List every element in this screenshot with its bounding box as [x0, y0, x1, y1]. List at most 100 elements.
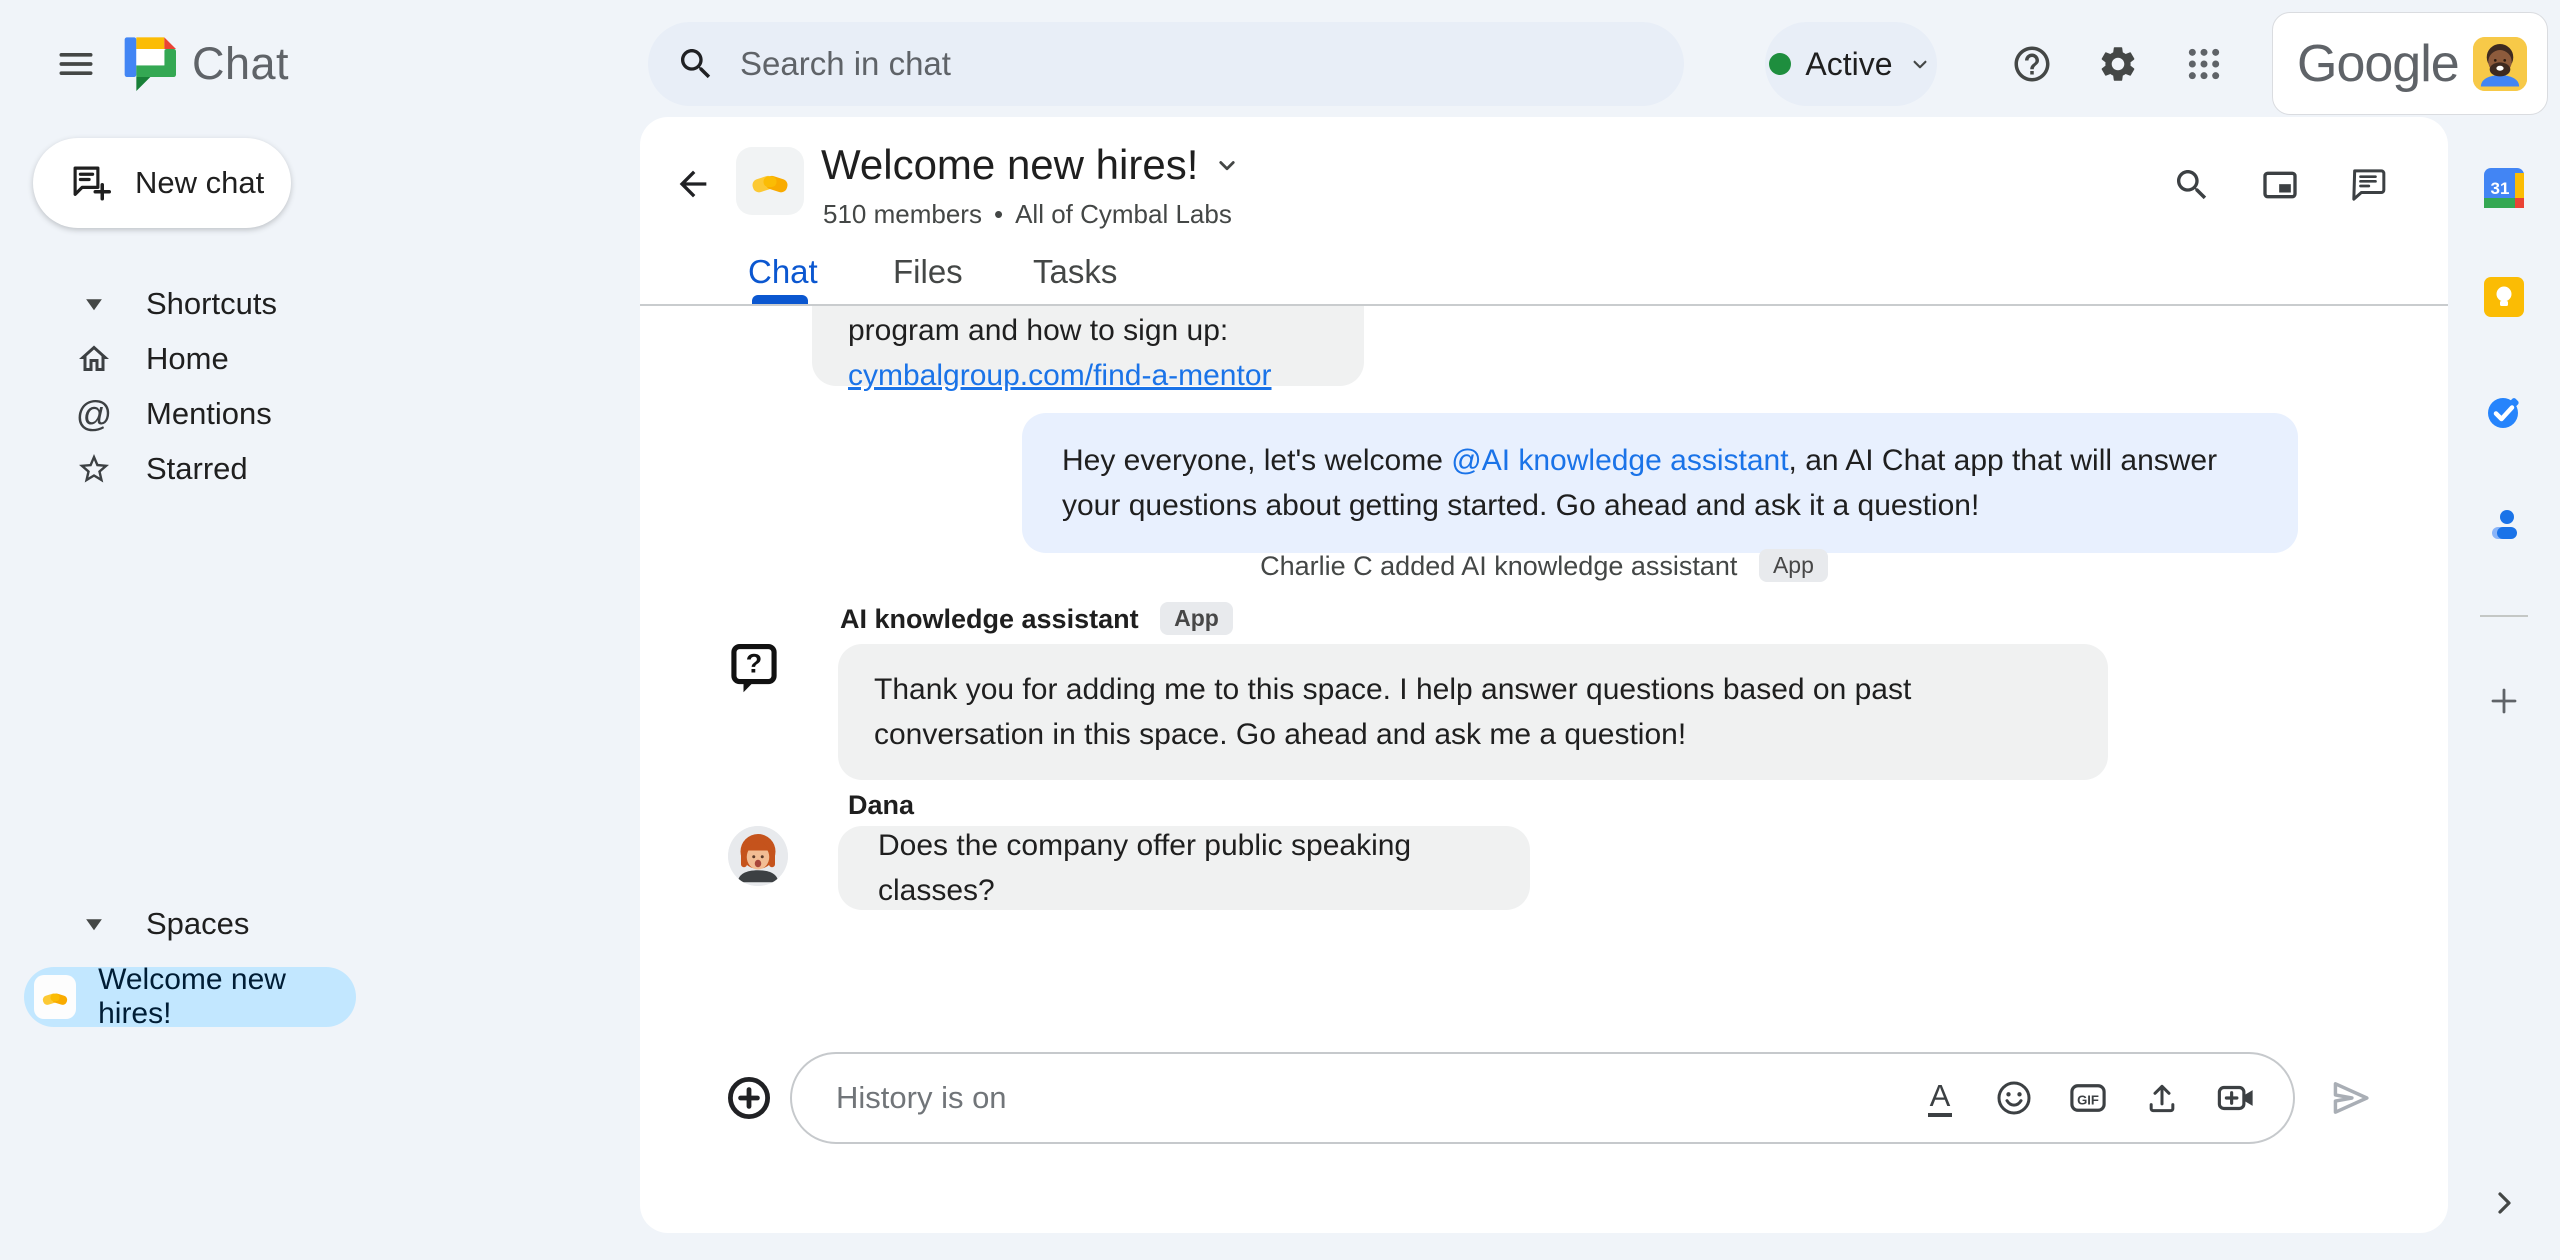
message-input[interactable]: History is on A GIF	[790, 1052, 2295, 1144]
main-menu-button[interactable]	[52, 40, 100, 88]
contacts-app-button[interactable]	[2484, 503, 2524, 543]
send-message-button[interactable]	[2326, 1074, 2374, 1122]
hamburger-icon	[59, 52, 93, 75]
tasks-app-button[interactable]	[2484, 392, 2524, 432]
message-bubble-welcome: Hey everyone, let's welcome @AI knowledg…	[1022, 413, 2298, 553]
apps-grid-button[interactable]	[2172, 32, 2236, 96]
apps-grid-icon	[2188, 48, 2220, 80]
account-box: Google	[2272, 12, 2548, 115]
search-in-space-button[interactable]	[2168, 161, 2216, 209]
spaces-header[interactable]: Spaces	[0, 896, 640, 951]
sender-name-row: AI knowledge assistant App	[840, 602, 1233, 635]
tab-tasks[interactable]: Tasks	[1033, 253, 1117, 291]
add-app-button[interactable]	[2484, 681, 2524, 721]
chevron-down-icon	[1913, 60, 1927, 69]
tab-files[interactable]: Files	[893, 253, 963, 291]
sidebar-item-starred[interactable]: Starred	[0, 441, 640, 496]
product-name: Chat	[192, 38, 290, 89]
at-icon: @	[75, 392, 113, 434]
new-chat-label: New chat	[135, 165, 265, 200]
google-contacts-icon	[2492, 510, 2517, 539]
svg-text:31: 31	[2491, 179, 2510, 198]
calendar-app-button[interactable]: 31	[2484, 168, 2524, 208]
sidebar-item-label: Mentions	[146, 395, 272, 431]
help-button[interactable]	[2000, 32, 2064, 96]
circle-plus-icon	[727, 1076, 771, 1120]
help-icon	[2014, 46, 2050, 82]
space-title-menu[interactable]: Welcome new hires!	[821, 141, 1242, 189]
handshake-icon	[42, 993, 68, 1005]
pop-out-chat-button[interactable]	[2256, 161, 2304, 209]
question-bubble-icon: ?	[731, 643, 777, 693]
search-placeholder: Search in chat	[740, 45, 951, 82]
mention-ai-knowledge-assistant[interactable]: @AI knowledge assistant	[1451, 444, 1788, 477]
tab-chat[interactable]: Chat	[748, 253, 818, 291]
chevron-right-icon	[2498, 1192, 2511, 1214]
shortcuts-section: Shortcuts Home @ Mentions Starred	[0, 276, 640, 496]
format-text-icon: A	[1927, 1080, 1953, 1117]
collapse-arrow-icon	[86, 298, 102, 310]
new-chat-button[interactable]: New chat	[33, 138, 291, 228]
dana-avatar[interactable]	[728, 826, 788, 886]
org-name: All of Cymbal Labs	[1015, 199, 1232, 229]
ai-assistant-avatar[interactable]: ?	[726, 640, 782, 696]
app-badge: App	[1758, 549, 1828, 582]
status-selector[interactable]: Active	[1765, 22, 1937, 106]
message-threads-button[interactable]	[2344, 161, 2392, 209]
video-meeting-button[interactable]	[2215, 1077, 2257, 1119]
google-tasks-icon	[2488, 398, 2519, 428]
search-input[interactable]: Search in chat	[648, 22, 1684, 106]
shortcuts-header[interactable]: Shortcuts	[0, 276, 640, 331]
message-text: program and how to sign up:	[848, 314, 1229, 347]
chevron-down-icon	[1219, 161, 1235, 171]
space-header-actions	[2168, 161, 2392, 209]
system-message: Charlie C added AI knowledge assistant A…	[640, 549, 2448, 582]
keep-app-button[interactable]	[2484, 277, 2524, 317]
video-plus-icon	[2217, 1085, 2253, 1111]
handshake-icon	[752, 175, 788, 193]
space-avatar	[736, 147, 804, 215]
upload-file-button[interactable]	[2141, 1077, 2183, 1119]
upload-icon	[2149, 1084, 2175, 1113]
space-tabs: Chat Files Tasks	[640, 247, 2448, 305]
google-keep-icon	[2484, 277, 2524, 317]
back-arrow-icon	[679, 170, 707, 198]
side-panel-rail: 31	[2448, 128, 2560, 1260]
profile-avatar[interactable]	[2473, 36, 2527, 91]
send-icon	[2333, 1082, 2369, 1114]
gif-button[interactable]: GIF	[2067, 1077, 2109, 1119]
spaces-section: Spaces Welcome new hires!	[0, 896, 640, 1030]
add-attachment-button[interactable]	[723, 1072, 775, 1124]
app-badge: App	[1160, 602, 1233, 635]
collapse-arrow-icon	[86, 918, 102, 930]
mentor-link[interactable]: cymbalgroup.com/find-a-mentor	[848, 353, 1328, 398]
search-icon	[2177, 170, 2207, 200]
sender-name: Dana	[848, 790, 915, 820]
star-icon	[79, 453, 109, 482]
system-message-text: Charlie C added AI knowledge assistant	[1260, 551, 1738, 581]
format-text-button[interactable]: A	[1919, 1077, 1961, 1119]
member-count: 510 members	[823, 199, 982, 229]
message-text: Hey everyone, let's welcome	[1062, 444, 1452, 477]
sidebar-item-welcome-new-hires[interactable]: Welcome new hires!	[24, 963, 356, 1030]
space-subtitle: 510 members • All of Cymbal Labs	[823, 199, 1232, 230]
svg-text:?: ?	[746, 649, 762, 679]
settings-button[interactable]	[2086, 32, 2150, 96]
sidebar-item-home[interactable]: Home	[0, 331, 640, 386]
compose-bar: History is on A GIF	[640, 1052, 2448, 1144]
collapse-panel-button[interactable]	[2484, 1183, 2524, 1223]
message-bubble-assistant: Thank you for adding me to this space. I…	[838, 644, 2108, 780]
google-chat-logo-icon	[120, 32, 176, 94]
sender-name: AI knowledge assistant	[840, 604, 1139, 634]
space-panel: Welcome new hires! 510 members • All of …	[640, 117, 2448, 1233]
svg-text:GIF: GIF	[2077, 1092, 2099, 1107]
back-button[interactable]	[670, 161, 716, 207]
emoji-button[interactable]	[1993, 1077, 2035, 1119]
compose-actions: A GIF	[1919, 1077, 2257, 1119]
space-title: Welcome new hires!	[821, 141, 1199, 188]
sidebar-item-mentions[interactable]: @ Mentions	[0, 386, 640, 441]
home-icon	[79, 345, 109, 371]
message-bubble-mentor: program and how to sign up: cymbalgroup.…	[812, 306, 1364, 392]
gif-icon: GIF	[2070, 1084, 2106, 1112]
sender-name-row: Dana	[848, 790, 914, 821]
